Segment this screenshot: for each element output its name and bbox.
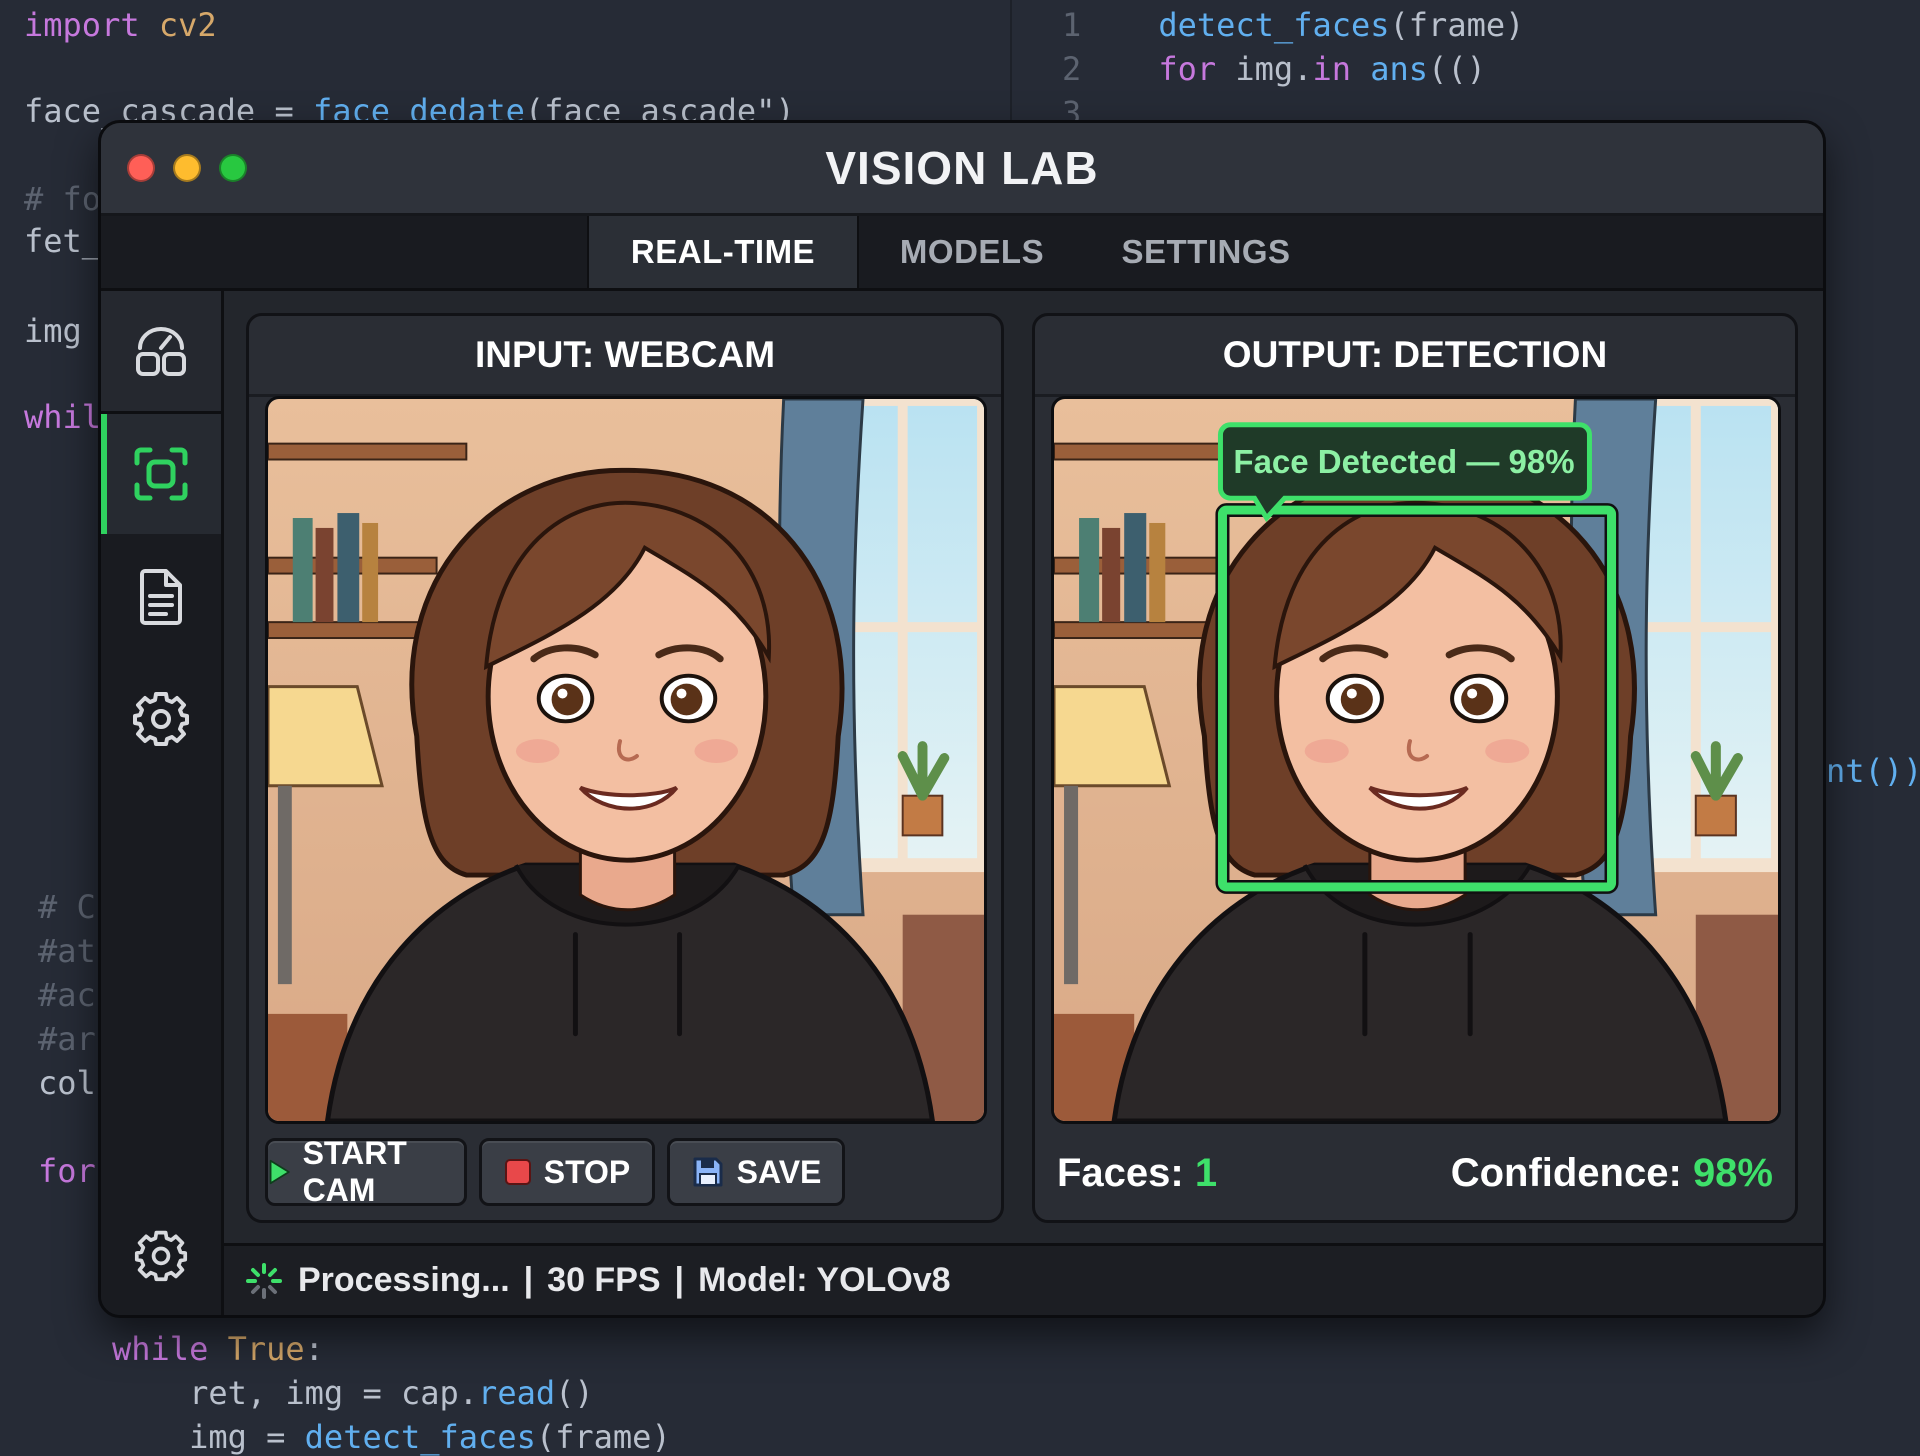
code-line: # C bbox=[38, 888, 96, 926]
status-bar: Processing... | 30 FPS | Model: YOLOv8 bbox=[224, 1243, 1823, 1315]
detection-image bbox=[1054, 399, 1778, 1121]
tab-settings[interactable]: SETTINGS bbox=[1091, 216, 1321, 288]
title-bar: VISION LAB bbox=[101, 123, 1823, 216]
output-panel: OUTPUT: DETECTION Face Detected — 98% Fa… bbox=[1032, 313, 1798, 1223]
code-line: # fo bbox=[24, 180, 102, 218]
detection-feed: Face Detected — 98% bbox=[1051, 396, 1781, 1124]
status-fps: 30 FPS bbox=[547, 1261, 661, 1299]
input-panel-title: INPUT: WEBCAM bbox=[249, 316, 1001, 397]
input-panel: INPUT: WEBCAM START CAM STOP SAVE bbox=[246, 313, 1004, 1223]
app-title: VISION LAB bbox=[825, 142, 1099, 194]
status-processing: Processing... bbox=[298, 1261, 510, 1299]
code-line: #ac bbox=[38, 976, 96, 1014]
start-cam-label: START CAM bbox=[302, 1135, 407, 1208]
tab-bar: REAL-TIME MODELS SETTINGS bbox=[101, 216, 1823, 291]
faces-value: 1 bbox=[1194, 1151, 1218, 1195]
spinner-icon bbox=[246, 1262, 282, 1299]
confidence-readout: Confidence: 98% bbox=[1451, 1138, 1773, 1208]
editor-pane-divider bbox=[1010, 0, 1012, 130]
start-cam-button[interactable]: START CAM bbox=[265, 1135, 467, 1208]
code-line: #at bbox=[38, 932, 96, 970]
detection-label: Face Detected — 98% bbox=[1233, 443, 1575, 480]
confidence-value: 98% bbox=[1692, 1151, 1773, 1195]
code-line: img = detect_faces(frame) bbox=[112, 1418, 671, 1456]
dashboard-icon bbox=[136, 327, 186, 376]
line-number: 2 bbox=[1062, 50, 1159, 88]
stop-button[interactable]: STOP bbox=[479, 1138, 655, 1206]
code-line: fet_ bbox=[24, 222, 102, 260]
code-line: #ar bbox=[38, 1020, 96, 1058]
webcam-feed bbox=[265, 396, 987, 1124]
status-model: Model: YOLOv8 bbox=[698, 1261, 951, 1299]
sidebar-item-documents[interactable] bbox=[101, 537, 221, 657]
camera-controls: START CAM STOP SAVE bbox=[265, 1135, 985, 1208]
code-line: 1 detect_faces(frame) bbox=[1062, 6, 1525, 44]
save-button[interactable]: SAVE bbox=[667, 1138, 845, 1206]
line-number: 1 bbox=[1062, 6, 1159, 44]
save-label: SAVE bbox=[736, 1153, 822, 1190]
save-icon bbox=[693, 1157, 723, 1187]
sidebar-item-settings[interactable] bbox=[101, 658, 221, 778]
vision-lab-window: VISION LAB REAL-TIME MODELS SETTINGS INP… bbox=[98, 120, 1826, 1318]
code-line: whil bbox=[24, 398, 102, 436]
sidebar-item-dashboard[interactable] bbox=[101, 291, 221, 414]
gear-icon bbox=[134, 1230, 188, 1282]
stop-icon bbox=[504, 1159, 531, 1185]
sidebar-item-face-detection[interactable] bbox=[101, 414, 221, 534]
tab-real-time[interactable]: REAL-TIME bbox=[587, 216, 859, 288]
detection-stats: Faces: 1 Confidence: 98% bbox=[1057, 1138, 1773, 1208]
code-line: col bbox=[38, 1064, 96, 1102]
face-scan-icon bbox=[134, 447, 188, 501]
code-line: img bbox=[24, 312, 82, 350]
code-line: for bbox=[38, 1152, 96, 1190]
gear-icon bbox=[133, 692, 189, 746]
code-line: ret, img = cap.read() bbox=[112, 1374, 594, 1412]
status-separator: | bbox=[674, 1261, 685, 1299]
document-icon bbox=[140, 569, 182, 625]
confidence-label: Confidence: bbox=[1450, 1151, 1682, 1195]
stop-label: STOP bbox=[543, 1153, 631, 1190]
play-icon bbox=[269, 1159, 290, 1185]
sidebar bbox=[101, 291, 224, 1315]
webcam-image bbox=[268, 399, 984, 1121]
status-separator: | bbox=[523, 1261, 534, 1299]
code-line: import cv2 bbox=[24, 6, 217, 44]
sidebar-item-preferences[interactable] bbox=[101, 1195, 221, 1315]
main-content: INPUT: WEBCAM START CAM STOP SAVE OUTPUT… bbox=[224, 291, 1823, 1243]
output-panel-title: OUTPUT: DETECTION bbox=[1035, 316, 1795, 397]
code-fragment-right: nt()) bbox=[1826, 752, 1920, 790]
faces-label: Faces: bbox=[1057, 1151, 1184, 1195]
code-line: while True: bbox=[112, 1330, 324, 1368]
tab-models[interactable]: MODELS bbox=[857, 216, 1087, 288]
code-line: 2 for img.in ans(() bbox=[1062, 50, 1486, 88]
